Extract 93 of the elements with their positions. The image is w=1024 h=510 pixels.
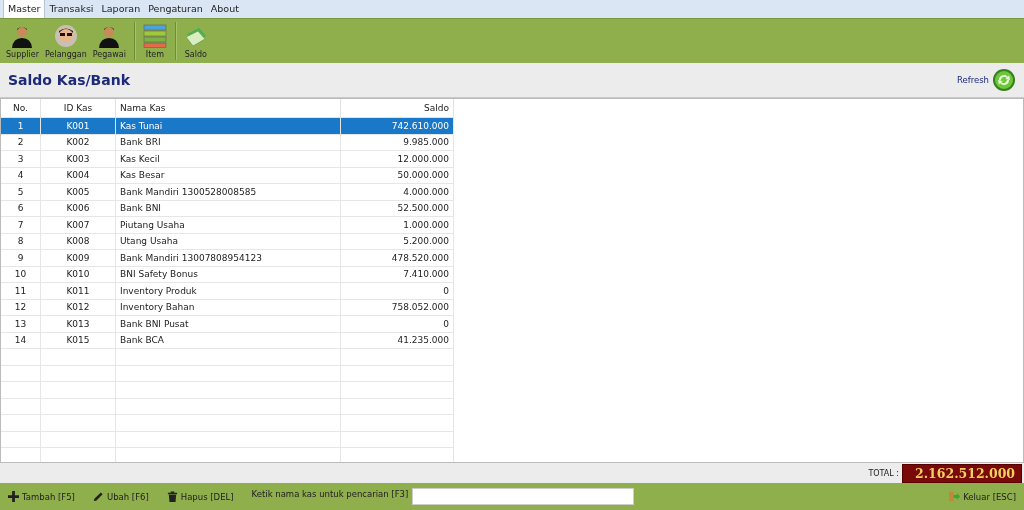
stack-icon (142, 23, 167, 48)
table-cell: Kas Kecil (115, 150, 341, 167)
pencil-icon (92, 491, 104, 502)
table-cell: 13 (1, 315, 41, 332)
table-cell: BNI Safety Bonus (115, 266, 341, 283)
table-cell: Bank BRI (115, 134, 341, 151)
plus-icon (8, 491, 19, 502)
table-cell: 3 (1, 150, 41, 167)
table-cell: 9.985.000 (340, 134, 454, 151)
toolbar-button[interactable]: Supplier (4, 23, 41, 59)
toolbar-button[interactable]: Pelanggan (42, 23, 89, 59)
table-cell: 1.000.000 (340, 216, 454, 233)
table-cell: K010 (40, 266, 116, 283)
table-row[interactable]: 11 K011 Inventory Produk 0 (1, 282, 454, 299)
table-cell: 11 (1, 282, 41, 299)
table-cell: K007 (40, 216, 116, 233)
total-value: 2.162.512.000 (902, 463, 1022, 483)
table-cell: Bank Mandiri 1300528008585 (115, 183, 341, 200)
table-cell: 12.000.000 (340, 150, 454, 167)
table-cell: K011 (40, 282, 116, 299)
table-row[interactable]: 12 K012 Inventory Bahan 758.052.000 (1, 299, 454, 316)
table-cell: 5.200.000 (340, 233, 454, 250)
table-cell: Bank BNI Pusat (115, 315, 341, 332)
search-label: Ketik nama kas untuk pencarian [F3] (251, 489, 409, 499)
table-cell: 14 (1, 332, 41, 349)
table-row[interactable]: 8 K008 Utang Usaha 5.200.000 (1, 233, 454, 250)
table-row[interactable]: 4 K004 Kas Besar 50.000.000 (1, 167, 454, 184)
table-cell: K005 (40, 183, 116, 200)
table-row[interactable]: 2 K002 Bank BRI 9.985.000 (1, 134, 454, 151)
action-button[interactable]: Ubah [F6] (92, 491, 149, 502)
table-cell: Bank Mandiri 13007808954123 (115, 249, 341, 266)
table-cell: 2 (1, 134, 41, 151)
action-button[interactable]: Tambah [F5] (8, 491, 75, 502)
table-row[interactable]: 9 K009 Bank Mandiri 13007808954123 478.520.000 (1, 249, 454, 266)
refresh-icon[interactable] (992, 68, 1016, 92)
table-cell: 478.520.000 (340, 249, 454, 266)
column-header: No. (1, 99, 41, 118)
table-cell: 758.052.000 (340, 299, 454, 316)
toolbar-button[interactable]: Pegawai (90, 23, 128, 59)
table-cell: K004 (40, 167, 116, 184)
table-cell: 52.500.000 (340, 200, 454, 217)
trash-icon (166, 491, 178, 502)
search-field[interactable] (412, 488, 635, 505)
table-cell: 7 (1, 216, 41, 233)
table-cell: Inventory Produk (115, 282, 341, 299)
column-header: Nama Kas (115, 99, 341, 118)
table-row[interactable]: 14 K015 Bank BCA 41.235.000 (1, 332, 454, 349)
table-cell: 8 (1, 233, 41, 250)
table-cell: 0 (340, 315, 454, 332)
table-row[interactable]: 1 K001 Kas Tunai 742.610.000 (1, 117, 454, 134)
table-cell: 7.410.000 (340, 266, 454, 283)
table-cell: K002 (40, 134, 116, 151)
table-cell: K012 (40, 299, 116, 316)
table-cell: 10 (1, 266, 41, 283)
menu-tab[interactable]: Master (3, 0, 46, 18)
table-cell: K015 (40, 332, 116, 349)
table-cell: 50.000.000 (340, 167, 454, 184)
table-cell: 12 (1, 299, 41, 316)
table-cell: 4.000.000 (340, 183, 454, 200)
refresh-button[interactable]: Refresh (953, 75, 992, 85)
table-row[interactable]: 13 K013 Bank BNI Pusat 0 (1, 315, 454, 332)
table-cell: Utang Usaha (115, 233, 341, 250)
table-cell: 4 (1, 167, 41, 184)
column-header: Saldo (340, 99, 454, 118)
table-cell: Piutang Usaha (115, 216, 341, 233)
table-row[interactable]: 3 K003 Kas Kecil 12.000.000 (1, 150, 454, 167)
table-cell: 0 (340, 282, 454, 299)
page-title: Saldo Kas/Bank (8, 72, 131, 88)
table-cell: 6 (1, 200, 41, 217)
table-cell: K008 (40, 233, 116, 250)
toolbar-button[interactable]: Saldo (181, 23, 210, 59)
table-cell: Bank BCA (115, 332, 341, 349)
exit-button[interactable]: Keluar [ESC] (949, 491, 1016, 502)
table-cell: K006 (40, 200, 116, 217)
column-header: ID Kas (40, 99, 116, 118)
person-sunglasses-icon (53, 23, 78, 48)
total-label: TOTAL : (868, 468, 899, 478)
table-cell: K013 (40, 315, 116, 332)
table-row[interactable]: 6 K006 Bank BNI 52.500.000 (1, 200, 454, 217)
table-cell: Bank BNI (115, 200, 341, 217)
exit-door-icon (949, 491, 961, 502)
table-cell: 9 (1, 249, 41, 266)
table-row[interactable]: 5 K005 Bank Mandiri 1300528008585 4.000.000 (1, 183, 454, 200)
table-cell: Inventory Bahan (115, 299, 341, 316)
toolbar-button[interactable]: Item (140, 23, 169, 59)
table-cell: 41.235.000 (340, 332, 454, 349)
table-cell: Kas Besar (115, 167, 341, 184)
action-button[interactable]: Hapus [DEL] (166, 491, 234, 502)
table-cell: K009 (40, 249, 116, 266)
table-row[interactable]: 10 K010 BNI Safety Bonus 7.410.000 (1, 266, 454, 283)
table-cell: 5 (1, 183, 41, 200)
table-row[interactable]: 7 K007 Piutang Usaha 1.000.000 (1, 216, 454, 233)
table-cell: K003 (40, 150, 116, 167)
